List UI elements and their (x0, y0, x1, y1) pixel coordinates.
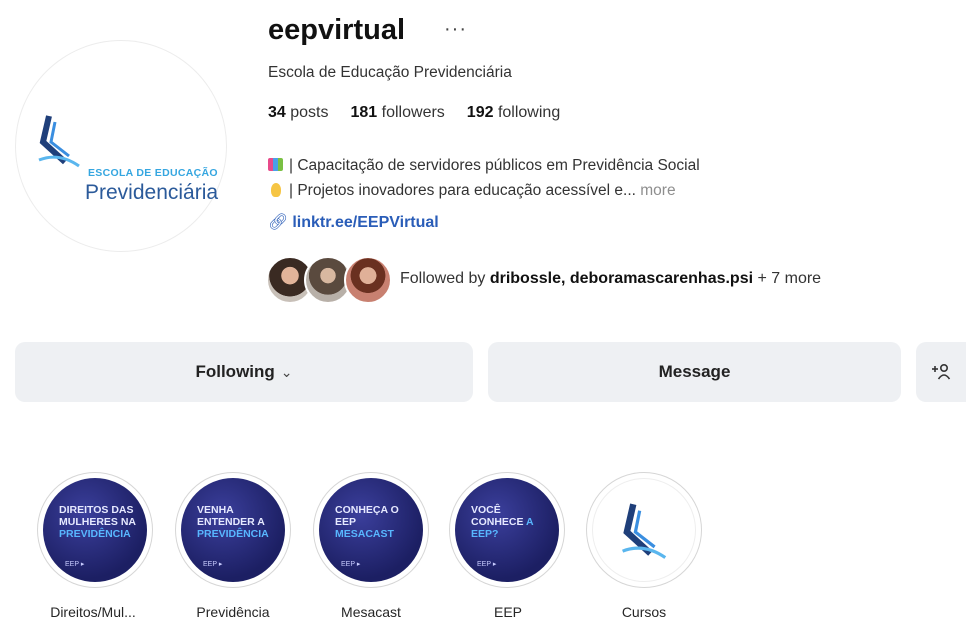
following-button[interactable]: Following ⌄ (15, 342, 473, 402)
posts-stat[interactable]: 34 posts (268, 104, 329, 122)
link-icon: 🔗︎ (268, 214, 289, 231)
highlight-cover: VENHA ENTENDER A PREVIDÊNCIA EEP ▸ (181, 478, 285, 582)
highlight-label: Cursos (621, 604, 667, 620)
highlight-previdencia[interactable]: VENHA ENTENDER A PREVIDÊNCIA EEP ▸ (175, 472, 291, 588)
eep-logo-icon (38, 115, 80, 168)
highlight-cover: VOCÊ CONHECE A EEP? EEP ▸ (455, 478, 559, 582)
highlight-direitos[interactable]: DIREITOS DAS MULHERES NA PREVIDÊNCIA EEP… (37, 472, 153, 588)
profile-full-name: Escola de Educação Previdenciária (268, 64, 512, 81)
highlight-label: EEP (493, 604, 522, 620)
profile-avatar[interactable]: ESCOLA DE EDUCAÇÃO Previdenciária (15, 40, 227, 252)
lightbulb-emoji-icon (271, 183, 281, 197)
highlight-eep[interactable]: VOCÊ CONHECE A EEP? EEP ▸ (449, 472, 565, 588)
add-person-icon (932, 363, 951, 380)
highlight-label: Direitos/Mul... (50, 604, 136, 620)
avatar (344, 256, 392, 304)
message-button[interactable]: Message (488, 342, 901, 402)
ellipsis-icon[interactable]: ··· (444, 18, 467, 41)
chevron-down-icon: ⌄ (280, 363, 293, 380)
followers-stat[interactable]: 181 followers (351, 104, 445, 122)
highlight-cover: DIREITOS DAS MULHERES NA PREVIDÊNCIA EEP… (43, 478, 147, 582)
highlight-label: Previdência (196, 604, 270, 620)
highlight-label: Mesacast (341, 604, 401, 620)
mutual-followers-avatars[interactable] (266, 256, 396, 304)
add-user-button[interactable] (916, 342, 966, 402)
followed-by-text[interactable]: Followed by dribossle, deboramascarenhas… (400, 270, 821, 288)
logo-wordmark-top: ESCOLA DE EDUCAÇÃO (88, 167, 218, 179)
bio-more-link[interactable]: more (636, 182, 675, 199)
bio-line-1: | Capacitação de servidores públicos em … (268, 157, 700, 175)
profile-username: eepvirtual (268, 14, 405, 46)
profile-stats: 34 posts 181 followers 192 following (268, 104, 560, 122)
highlight-cover (592, 478, 696, 582)
bio-line-2: | Projetos inovadores para educação aces… (268, 182, 676, 200)
eep-logo-icon (622, 503, 667, 559)
highlight-cursos[interactable] (586, 472, 702, 588)
books-emoji-icon (268, 158, 283, 171)
following-stat[interactable]: 192 following (467, 104, 560, 122)
highlight-mesacast[interactable]: CONHEÇA O EEP MESACAST EEP ▸ (313, 472, 429, 588)
highlight-cover: CONHEÇA O EEP MESACAST EEP ▸ (319, 478, 423, 582)
logo-wordmark-main: Previdenciária (85, 181, 219, 204)
bio-link[interactable]: 🔗︎ linktr.ee/EEPVirtual (268, 212, 439, 232)
